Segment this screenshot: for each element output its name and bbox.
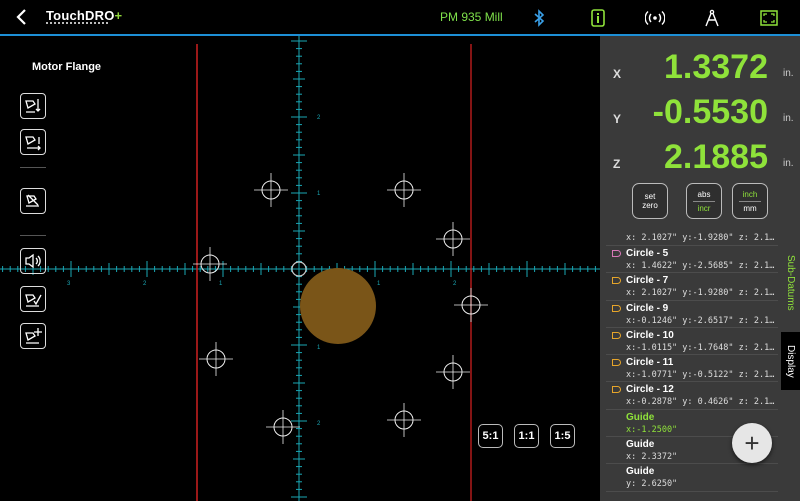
tag-icon — [612, 386, 621, 394]
item-coords: x: 1.4622" y:-2.5685" z: 2.1… — [626, 261, 775, 271]
top-bar: TouchDRO+ PM 935 Mill — [0, 0, 800, 36]
list-item[interactable]: Circle - 12 x:-0.2878" y: 0.4626" z: 2.1… — [606, 382, 778, 410]
mm-label: mm — [743, 203, 757, 213]
item-coords: x:-1.0115" y:-1.7648" z: 2.1… — [626, 342, 775, 353]
tool-sound-icon[interactable] — [20, 248, 46, 274]
list-item[interactable]: Circle - 10 x:-1.0115" y:-1.7648" z: 2.1… — [606, 328, 778, 356]
item-coords: x:-0.2878" y: 0.4626" z: 2.1… — [626, 397, 775, 408]
abs-incr-toggle[interactable]: abs incr — [686, 183, 722, 219]
abs-label: abs — [697, 189, 711, 199]
x-tick-label: 3 — [67, 281, 71, 287]
tool-rotate-icon[interactable] — [20, 188, 46, 214]
tool-move-right-icon[interactable] — [20, 129, 46, 155]
x-axis-label: X — [613, 67, 622, 81]
list-item[interactable]: Circle - 9 x:-0.1246" y:-2.6517" z: 2.1… — [606, 301, 778, 328]
y-axis-label: Y — [613, 112, 622, 126]
info-icon[interactable] — [587, 8, 609, 28]
fullscreen-icon[interactable] — [758, 8, 780, 28]
y-tick-label: 2 — [317, 421, 321, 427]
item-name: Circle - 12 — [626, 384, 674, 396]
item-coords: y: 2.6250" — [626, 479, 678, 490]
item-name: Guide — [626, 466, 655, 478]
z-readout-value[interactable]: 2.1885 — [664, 138, 768, 177]
item-coords: x:-1.0771" y:-0.5122" z: 2.1… — [626, 370, 775, 381]
toggle-divider — [693, 200, 715, 202]
item-name: Circle - 5 — [626, 248, 669, 259]
item-name: Circle - 10 — [626, 329, 674, 341]
tab-display-label: Display — [785, 344, 796, 378]
machine-name[interactable]: PM 935 Mill — [440, 10, 503, 24]
z-axis-label: Z — [613, 157, 621, 171]
item-coords: x:-1.2500" — [626, 424, 678, 435]
signal-icon[interactable] — [644, 8, 666, 28]
tag-icon — [612, 359, 621, 367]
x-readout-value[interactable]: 1.3372 — [664, 48, 768, 87]
x-tick-label: 1 — [219, 281, 223, 287]
incr-label: incr — [697, 203, 711, 213]
x-tick-label: 1 — [377, 281, 381, 287]
tool-add-icon[interactable] — [20, 323, 46, 349]
list-item[interactable]: Circle - 7 x: 2.1027" y:-1.9280" z: 2.1… — [606, 273, 778, 301]
set-zero-button[interactable]: set zero — [632, 183, 668, 219]
drawing-svg: 1 2 1 2 3 1 2 1 2 — [0, 36, 600, 501]
z-unit: in. — [783, 158, 794, 169]
y-tick-label: 1 — [317, 191, 321, 197]
bluetooth-icon[interactable] — [528, 8, 550, 28]
list-item-partial[interactable]: x: 2.1027" y:-1.9280" z: 2.1… — [606, 230, 778, 246]
tab-sub-datums[interactable]: Sub-Datums — [781, 240, 800, 326]
item-coords: x: 2.3372" — [626, 452, 678, 463]
zoom-1-5-button[interactable]: 1:5 — [550, 424, 575, 448]
x-unit: in. — [783, 68, 794, 79]
y-unit: in. — [783, 113, 794, 124]
item-name: Circle - 11 — [626, 357, 674, 369]
tool-move-down-icon[interactable] — [20, 93, 46, 119]
zoom-1-1-button[interactable]: 1:1 — [514, 424, 539, 448]
item-name: Circle - 9 — [626, 302, 669, 314]
set-label: set — [644, 192, 656, 201]
app-logo: TouchDRO+ — [46, 8, 123, 23]
x-tick-label: 2 — [453, 281, 457, 287]
list-item[interactable]: Circle - 5 x: 1.4622" y:-2.5685" z: 2.1… — [606, 246, 778, 274]
tag-icon — [612, 250, 621, 257]
logo-underline — [46, 22, 110, 24]
compass-icon[interactable] — [701, 8, 723, 28]
zero-label: zero — [642, 201, 658, 210]
tool-position-marker — [300, 268, 376, 344]
add-button[interactable]: + — [732, 423, 772, 463]
item-name: Guide — [626, 411, 655, 423]
tab-sub-datums-label: Sub-Datums — [785, 255, 796, 311]
tag-icon — [612, 304, 621, 312]
tab-display[interactable]: Display — [781, 332, 800, 390]
y-tick-label: 2 — [317, 115, 321, 121]
toolbar-divider — [20, 235, 46, 236]
item-coords: x: 2.1027" y:-1.9280" z: 2.1… — [626, 233, 775, 243]
tag-icon — [612, 277, 621, 285]
tool-check-icon[interactable] — [20, 286, 46, 312]
y-readout-value[interactable]: -0.5530 — [653, 93, 768, 132]
inch-mm-toggle[interactable]: inch mm — [732, 183, 768, 219]
back-arrow-icon[interactable] — [12, 7, 32, 27]
toggle-divider — [739, 200, 761, 202]
zoom-5-1-button[interactable]: 5:1 — [478, 424, 503, 448]
list-item[interactable]: Circle - 11 x:-1.0771" y:-0.5122" z: 2.1… — [606, 355, 778, 383]
toolbar-divider — [20, 167, 46, 168]
y-tick-label: 1 — [317, 345, 321, 351]
inch-label: inch — [742, 189, 758, 199]
drawing-title: Motor Flange — [32, 61, 102, 73]
item-coords: x:-0.1246" y:-2.6517" z: 2.1… — [626, 315, 775, 326]
item-name: Guide — [626, 439, 655, 451]
list-item-guide[interactable]: Guide y: 2.6250" — [606, 464, 778, 492]
x-tick-label: 2 — [143, 281, 147, 287]
item-name: Circle - 7 — [626, 275, 669, 287]
drawing-canvas[interactable]: 1 2 1 2 3 1 2 1 2 — [0, 36, 600, 501]
item-coords: x: 2.1027" y:-1.9280" z: 2.1… — [626, 288, 775, 299]
tag-icon — [612, 331, 621, 339]
